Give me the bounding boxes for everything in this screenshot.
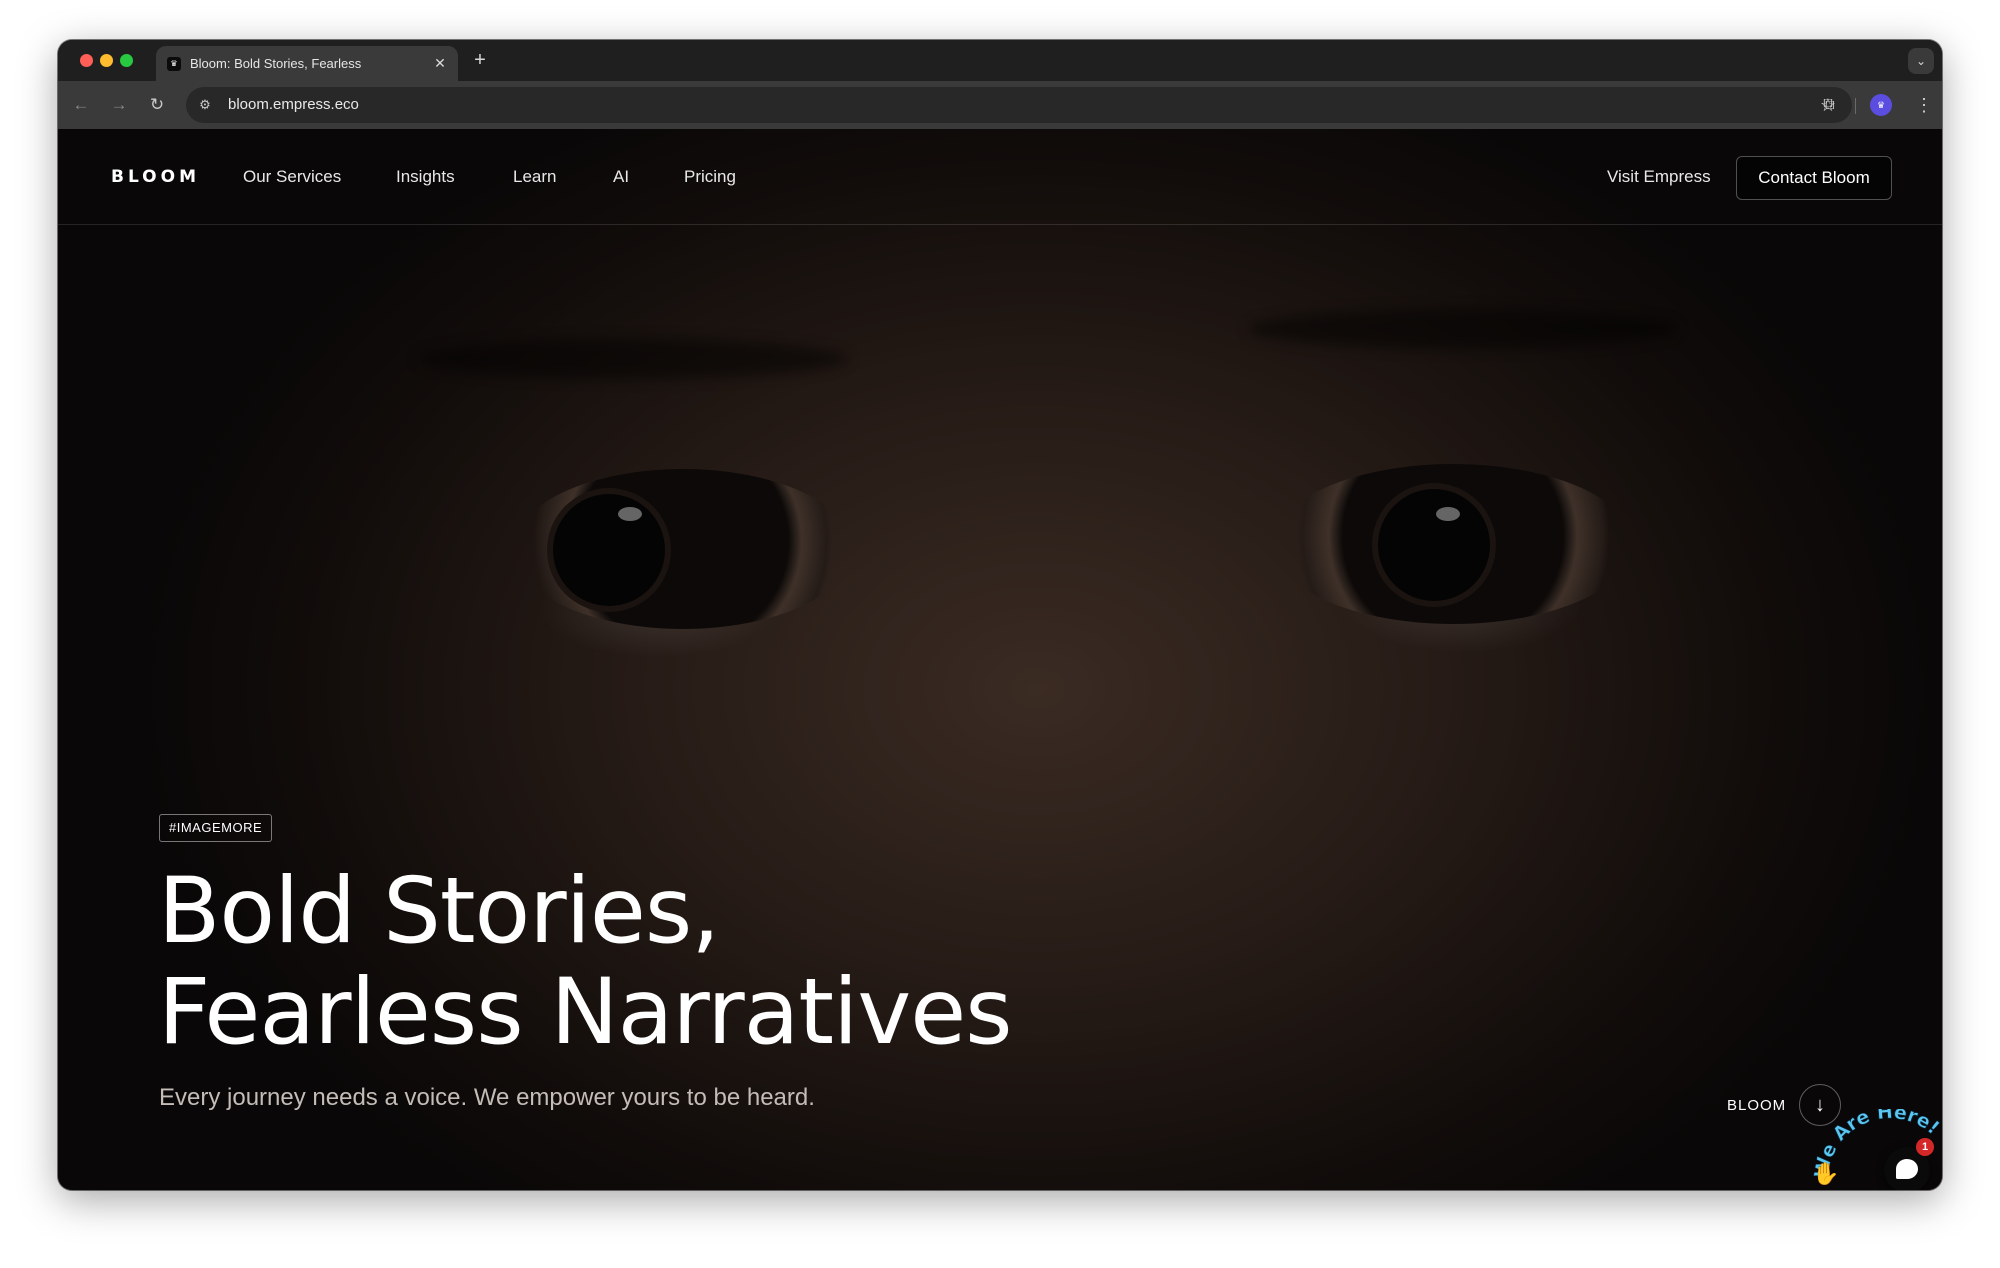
brand-logo[interactable]: BLOOM xyxy=(111,165,200,189)
hero-title: Bold Stories, Fearless Narratives xyxy=(158,861,1158,1063)
hero-image-glint-left xyxy=(618,507,642,521)
hero-image-glint-right xyxy=(1436,507,1460,521)
tab-title: Bloom: Bold Stories, Fearless xyxy=(190,56,362,71)
minimize-window-button[interactable] xyxy=(100,54,113,67)
avatar[interactable]: ♛ xyxy=(1870,94,1892,116)
site-navbar: BLOOM Our Services Insights Learn AI Pri… xyxy=(58,129,1942,225)
contact-bloom-button[interactable]: Contact Bloom xyxy=(1736,156,1892,200)
reload-icon[interactable]: ↻ xyxy=(144,92,170,118)
hero-image-iris-right xyxy=(1378,489,1490,601)
close-window-button[interactable] xyxy=(80,54,93,67)
puzzle-icon[interactable]: ⧉ xyxy=(1816,92,1842,118)
chat-bubble-glyph xyxy=(1896,1159,1918,1179)
nav-link-learn[interactable]: Learn xyxy=(513,165,556,189)
tab-strip: ♛ Bloom: Bold Stories, Fearless ✕ + ⌄ xyxy=(58,40,1942,81)
hero-tag: #IMAGEMORE xyxy=(159,814,273,842)
chat-widget[interactable]: We Are Here! ✋ 1 xyxy=(1806,1109,1940,1190)
nav-link-pricing[interactable]: Pricing xyxy=(684,165,736,189)
hero-image-brow-right xyxy=(1248,309,1678,349)
bloom-favicon-icon: ♛ xyxy=(167,57,181,71)
hero-title-line-2: Fearless Narratives xyxy=(158,960,1013,1065)
nav-link-insights[interactable]: Insights xyxy=(396,165,455,189)
scroll-label: BLOOM xyxy=(1727,1097,1787,1114)
arrow-left-icon[interactable]: ← xyxy=(68,92,94,118)
chat-badge: 1 xyxy=(1916,1138,1934,1156)
browser-toolbar: ← → ↻ ⚙ bloom.empress.eco ☆ ⧉ ♛ ⋮ xyxy=(58,81,1942,129)
hero-title-line-1: Bold Stories, xyxy=(158,859,720,964)
browser-window: ♛ Bloom: Bold Stories, Fearless ✕ + ⌄ ← … xyxy=(58,40,1942,1190)
nav-link-our-services[interactable]: Our Services xyxy=(243,165,341,189)
address-bar[interactable]: ⚙ bloom.empress.eco ☆ xyxy=(186,87,1852,123)
maximize-window-button[interactable] xyxy=(120,54,133,67)
toolbar-divider xyxy=(1855,98,1856,114)
waving-hand-icon: ✋ xyxy=(1812,1161,1840,1186)
nav-link-ai[interactable]: AI xyxy=(613,165,629,189)
hero-subtitle: Every journey needs a voice. We empower … xyxy=(159,1084,815,1111)
arrow-right-icon[interactable]: → xyxy=(106,92,132,118)
site-info-icon[interactable]: ⚙ xyxy=(192,92,218,118)
hero-image-brow-left xyxy=(418,339,848,379)
close-icon[interactable]: ✕ xyxy=(430,53,450,73)
chevron-down-icon[interactable]: ⌄ xyxy=(1908,48,1934,74)
page-viewport: BLOOM Our Services Insights Learn AI Pri… xyxy=(58,129,1942,1190)
hero-image-iris-left xyxy=(553,494,665,606)
url-text[interactable]: bloom.empress.eco xyxy=(228,96,359,114)
visit-empress-link[interactable]: Visit Empress xyxy=(1607,165,1711,189)
plus-icon[interactable]: + xyxy=(468,49,492,73)
browser-tab[interactable]: ♛ Bloom: Bold Stories, Fearless ✕ xyxy=(156,46,458,81)
kebab-icon[interactable]: ⋮ xyxy=(1914,92,1934,118)
